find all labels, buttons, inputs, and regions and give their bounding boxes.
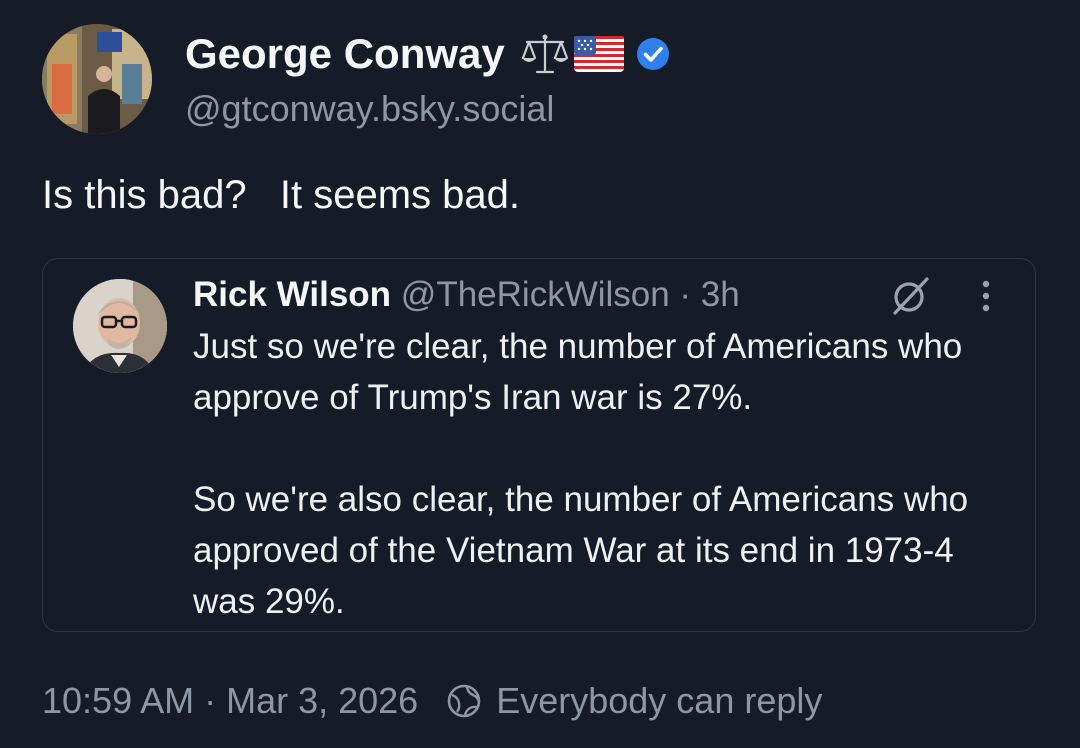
author-name[interactable]: George Conway <box>185 30 505 78</box>
more-options-icon[interactable] <box>979 279 993 315</box>
post-footer: 10:59 AM · Mar 3, 2026 Everybody can rep… <box>42 680 822 722</box>
reply-setting-label[interactable]: Everybody can reply <box>496 680 822 722</box>
grok-icon[interactable] <box>888 273 934 319</box>
author-name-row[interactable]: George Conway <box>185 30 673 78</box>
author-handle[interactable]: @gtconway.bsky.social <box>185 88 554 130</box>
us-flag-icon <box>573 36 624 72</box>
author-avatar[interactable] <box>42 24 152 134</box>
scales-icon <box>521 34 568 74</box>
author-badges <box>519 32 673 76</box>
reply-settings-icon[interactable] <box>446 683 482 719</box>
quote-author-avatar[interactable] <box>73 279 167 373</box>
verified-check-icon <box>636 38 669 70</box>
quote-header: Rick Wilson @TheRickWilson · 3h <box>193 275 740 315</box>
quote-author-meta[interactable]: @TheRickWilson · 3h <box>401 275 740 314</box>
quoted-post-card[interactable]: Rick Wilson @TheRickWilson · 3h Just so … <box>42 258 1036 632</box>
post-text: Is this bad? It seems bad. <box>42 173 521 217</box>
post-timestamp[interactable]: 10:59 AM · Mar 3, 2026 <box>42 680 418 722</box>
quote-body-text: Just so we're clear, the number of Ameri… <box>193 327 969 621</box>
quote-author-name[interactable]: Rick Wilson <box>193 275 391 314</box>
